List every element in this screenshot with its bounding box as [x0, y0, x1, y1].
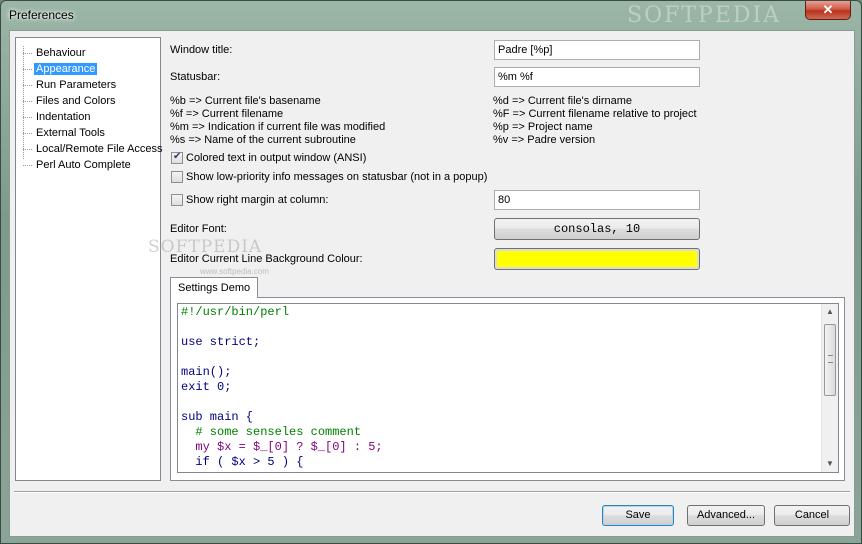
tree-item-files-and-colors[interactable]: Files and Colors [22, 94, 119, 109]
editor-font-label: Editor Font: [170, 223, 227, 235]
tree-item-external-tools[interactable]: External Tools [22, 126, 109, 141]
color-swatch-fill [497, 251, 697, 267]
window-title-label: Window title: [170, 44, 233, 56]
watermark-logo: SOFTPEDIA [627, 3, 782, 28]
scroll-up-arrow-icon[interactable]: ▲ [822, 304, 838, 320]
tree-item-label: Files and Colors [36, 95, 116, 107]
window-title: Preferences [9, 8, 74, 22]
scrollbar-thumb[interactable] [824, 324, 836, 396]
colored-output-checkbox[interactable] [171, 151, 183, 164]
tree-item-label: External Tools [36, 127, 105, 139]
line-background-label: Editor Current Line Background Colour: [170, 253, 363, 265]
tree-item-label: Local/Remote File Access [36, 143, 163, 155]
tree-item-appearance[interactable]: Appearance [22, 62, 99, 77]
code-line: use strict; [181, 335, 261, 349]
tree-item-label: Appearance [34, 63, 98, 75]
window-title-input[interactable] [494, 40, 700, 60]
code-line: #!/usr/bin/perl [181, 305, 290, 319]
tree-item-label: Behaviour [36, 47, 86, 59]
code-line: if ( $x > 5 ) { [181, 455, 304, 469]
right-margin-label[interactable]: Show right margin at column: [186, 194, 328, 206]
code-line: main(); [181, 365, 232, 379]
tree-item-label: Perl Auto Complete [36, 159, 131, 171]
tab-settings-demo[interactable]: Settings Demo [170, 277, 259, 298]
button-separator [14, 491, 850, 493]
code-preview[interactable]: #!/usr/bin/perl use strict; main(); exit 0;… [177, 303, 839, 473]
code-lines: #!/usr/bin/perl use strict; main(); exit 0;… [181, 305, 383, 470]
line-background-color-picker[interactable] [494, 248, 700, 270]
help-text: %d => Current file's dirname [493, 95, 633, 107]
tree-item-label: Run Parameters [36, 79, 117, 91]
cancel-button[interactable]: Cancel [774, 505, 850, 526]
statusbar-input[interactable] [494, 67, 700, 87]
help-text: %p => Project name [493, 121, 593, 133]
preferences-window: Preferences SOFTPEDIA ✕ Behaviour Appear… [0, 0, 862, 544]
statusbar-label: Statusbar: [170, 71, 221, 83]
close-button[interactable]: ✕ [805, 1, 851, 20]
save-button[interactable]: Save [602, 505, 674, 526]
code-line: exit 0; [181, 380, 232, 394]
help-text: %b => Current file's basename [170, 95, 321, 107]
help-text: %s => Name of the current subroutine [170, 134, 356, 146]
grip-icon [828, 355, 833, 363]
tree-item-local-remote-file-access[interactable]: Local/Remote File Access [22, 142, 167, 157]
tree-item-perl-auto-complete[interactable]: Perl Auto Complete [22, 158, 135, 173]
tree-item-label: Indentation [36, 111, 91, 123]
code-line: my $x = $_[0] ? $_[0] : 5; [181, 440, 383, 454]
tree-item-indentation[interactable]: Indentation [22, 110, 94, 125]
low-priority-checkbox[interactable] [171, 171, 183, 183]
right-margin-input[interactable] [494, 190, 700, 210]
code-line: sub main { [181, 410, 254, 424]
colored-output-label[interactable]: Colored text in output window (ANSI) [186, 152, 366, 164]
tree-item-run-parameters[interactable]: Run Parameters [22, 78, 120, 93]
help-text: %F => Current filename relative to proje… [493, 108, 697, 120]
dialog-client-area: Behaviour Appearance Run Parameters File… [9, 30, 855, 537]
watermark-url: www.softpedia.com [200, 267, 269, 276]
settings-demo-panel: #!/usr/bin/perl use strict; main(); exit 0;… [170, 297, 845, 481]
right-margin-checkbox[interactable] [171, 194, 183, 206]
preferences-tree[interactable]: Behaviour Appearance Run Parameters File… [15, 37, 163, 481]
help-text: %f => Current filename [170, 108, 284, 120]
help-text: %v => Padre version [493, 134, 596, 146]
tree-item-behaviour[interactable]: Behaviour [22, 46, 90, 61]
code-line: # some senseles comment [181, 425, 362, 439]
scroll-down-arrow-icon[interactable]: ▼ [822, 456, 838, 472]
low-priority-label[interactable]: Show low-priority info messages on statu… [186, 171, 487, 183]
advanced-button[interactable]: Advanced... [687, 505, 765, 526]
title-bar[interactable]: Preferences SOFTPEDIA ✕ [1, 1, 861, 29]
vertical-scrollbar[interactable]: ▲ ▼ [821, 304, 838, 472]
editor-font-button[interactable]: consolas, 10 [494, 218, 700, 240]
help-text: %m => Indication if current file was mod… [170, 121, 386, 133]
